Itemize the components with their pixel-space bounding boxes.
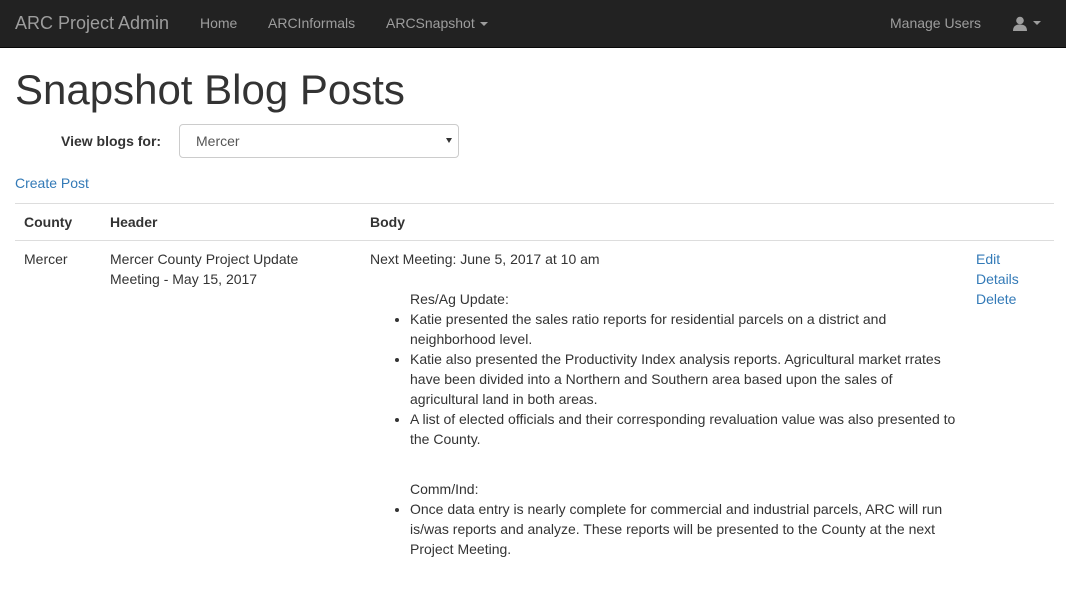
nav-arcsnapshot-dropdown[interactable]: ARCSnapshot — [386, 14, 488, 32]
column-header-county: County — [24, 214, 73, 230]
section-label-commind: Comm/Ind: — [410, 481, 479, 497]
edit-link[interactable]: Edit — [976, 249, 1019, 269]
page-title: Snapshot Blog Posts — [15, 66, 405, 113]
list-item: Katie presented the sales ratio reports … — [410, 309, 960, 349]
details-link[interactable]: Details — [976, 269, 1019, 289]
cell-body: Next Meeting: June 5, 2017 at 10 am Res/… — [370, 249, 960, 559]
cell-header: Mercer County Project Update Meeting - M… — [110, 251, 299, 287]
create-post-link[interactable]: Create Post — [15, 175, 89, 191]
caret-down-icon — [479, 22, 488, 27]
nav-home[interactable]: Home — [200, 14, 237, 32]
column-header-body: Body — [370, 214, 405, 230]
list-item: A list of elected officials and their co… — [410, 409, 960, 449]
nav-arcsnapshot-label: ARCSnapshot — [386, 15, 475, 31]
user-icon — [1013, 16, 1027, 31]
delete-link[interactable]: Delete — [976, 289, 1019, 309]
list-item: Once data entry is nearly complete for c… — [410, 499, 960, 559]
section-label-resag: Res/Ag Update: — [410, 291, 509, 307]
list-item: Katie also presented the Productivity In… — [410, 349, 960, 409]
county-select[interactable]: Mercer — [179, 124, 459, 158]
brand-link[interactable]: ARC Project Admin — [15, 12, 169, 34]
cell-county: Mercer — [24, 251, 68, 267]
table-header-border — [15, 240, 1054, 241]
row-actions: Edit Details Delete — [976, 249, 1019, 309]
top-navbar: ARC Project Admin Home ARCInformals ARCS… — [0, 0, 1066, 48]
resag-bullet-list: Katie presented the sales ratio reports … — [410, 309, 960, 449]
commind-bullet-list: Once data entry is nearly complete for c… — [410, 499, 960, 559]
caret-down-icon — [1033, 21, 1041, 26]
nav-manage-users[interactable]: Manage Users — [890, 14, 981, 32]
nav-arcinformals[interactable]: ARCInformals — [268, 14, 355, 32]
table-top-border — [15, 203, 1054, 204]
body-intro: Next Meeting: June 5, 2017 at 10 am — [370, 251, 600, 267]
select-arrow-icon — [446, 138, 452, 143]
county-select-value: Mercer — [196, 133, 240, 149]
filter-label: View blogs for: — [61, 133, 162, 149]
user-menu-dropdown[interactable] — [1013, 14, 1041, 32]
column-header-header: Header — [110, 214, 158, 230]
